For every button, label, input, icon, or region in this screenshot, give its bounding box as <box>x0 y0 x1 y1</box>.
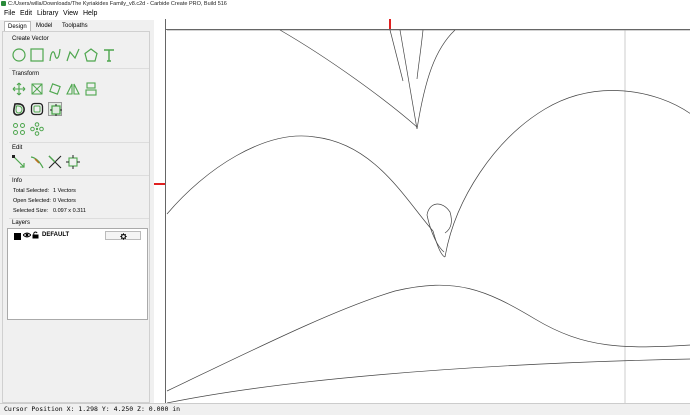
vector-path <box>426 214 445 253</box>
horizontal-ruler <box>154 19 690 30</box>
design-panel: Create Vector Transform Edit Info Total … <box>2 31 150 403</box>
layer-row[interactable]: DEFAULT <box>8 229 147 242</box>
layer-settings-button[interactable] <box>105 231 141 240</box>
curve-tool-icon[interactable] <box>48 48 62 62</box>
total-selected-label: Total Selected: <box>13 188 50 194</box>
vector-path <box>416 29 424 80</box>
join-tool-icon[interactable] <box>30 155 44 169</box>
section-edit: Edit <box>12 145 23 151</box>
text-tool-icon[interactable] <box>102 48 116 62</box>
selected-size-label: Selected Size: <box>13 208 49 214</box>
vector-path <box>166 135 434 232</box>
vertical-ruler <box>154 19 166 403</box>
vector-path <box>444 90 690 258</box>
divider <box>9 68 149 69</box>
circle-tool-icon[interactable] <box>12 48 26 62</box>
section-info: Info <box>12 178 23 184</box>
menu-help[interactable]: Help <box>83 8 97 20</box>
section-transform: Transform <box>12 71 40 77</box>
menu-edit[interactable]: Edit <box>20 8 32 20</box>
divider <box>9 175 149 176</box>
menu-file[interactable]: File <box>4 8 15 20</box>
window-title: C:/Users/willa/Downloads/The Kyriakides … <box>8 1 227 7</box>
layer-name: DEFAULT <box>42 232 70 238</box>
align-tool-icon[interactable] <box>84 82 98 96</box>
title-bar: C:/Users/willa/Downloads/The Kyriakides … <box>0 0 690 8</box>
lock-icon[interactable] <box>32 231 39 239</box>
vector-path <box>399 29 456 130</box>
open-selected-label: Open Selected: <box>13 198 51 204</box>
tab-toolpaths[interactable]: Toolpaths <box>59 21 91 31</box>
design-canvas[interactable] <box>154 19 690 403</box>
divider <box>9 142 149 143</box>
total-selected-row: Total Selected: 1 Vectors <box>13 188 76 194</box>
app-icon <box>1 1 6 6</box>
vector-path <box>166 284 690 392</box>
array-tool-icon[interactable] <box>12 122 26 136</box>
layers-list: DEFAULT <box>7 228 148 320</box>
scale-tool-icon[interactable] <box>30 82 44 96</box>
vector-path <box>432 230 446 258</box>
cursor-position-text: Cursor Position X: 1.298 Y: 4.250 Z: 0.0… <box>4 405 181 413</box>
fillet-tool-icon[interactable] <box>30 102 44 116</box>
menu-library[interactable]: Library <box>37 8 58 20</box>
divider <box>9 218 149 219</box>
vector-path <box>279 29 418 128</box>
eye-icon[interactable] <box>22 231 32 239</box>
rotate-tool-icon[interactable] <box>48 82 62 96</box>
polyline-tool-icon[interactable] <box>66 48 80 62</box>
selected-size-row: Selected Size: 0.097 x 0.311 <box>13 208 86 214</box>
section-layers: Layers <box>12 220 31 226</box>
layer-color-swatch[interactable] <box>14 233 21 240</box>
ruler-cursor-marker <box>154 183 165 185</box>
mirror-tool-icon[interactable] <box>66 82 80 96</box>
open-selected-row: Open Selected: 0 Vectors <box>13 198 76 204</box>
circular-array-tool-icon[interactable] <box>30 122 44 136</box>
section-create-vector: Create Vector <box>12 36 49 42</box>
tab-model[interactable]: Model <box>33 21 55 31</box>
ruler-cursor-marker <box>389 19 391 29</box>
bounding-box-tool-icon[interactable] <box>66 155 80 169</box>
gear-icon <box>119 233 127 240</box>
selected-size-value: 0.097 x 0.311 <box>53 208 86 214</box>
total-selected-value: 1 Vectors <box>53 188 76 194</box>
boolean-tool-icon[interactable] <box>48 102 62 116</box>
vector-drawing[interactable] <box>155 19 690 403</box>
open-selected-value: 0 Vectors <box>53 198 76 204</box>
rectangle-tool-icon[interactable] <box>30 48 44 62</box>
offset-tool-icon[interactable] <box>12 102 26 116</box>
menu-view[interactable]: View <box>63 8 78 20</box>
vector-path <box>166 358 690 403</box>
node-edit-tool-icon[interactable] <box>12 155 26 169</box>
move-tool-icon[interactable] <box>12 82 26 96</box>
trim-tool-icon[interactable] <box>48 155 62 169</box>
polygon-tool-icon[interactable] <box>84 48 98 62</box>
status-bar: Cursor Position X: 1.298 Y: 4.250 Z: 0.0… <box>0 403 690 415</box>
